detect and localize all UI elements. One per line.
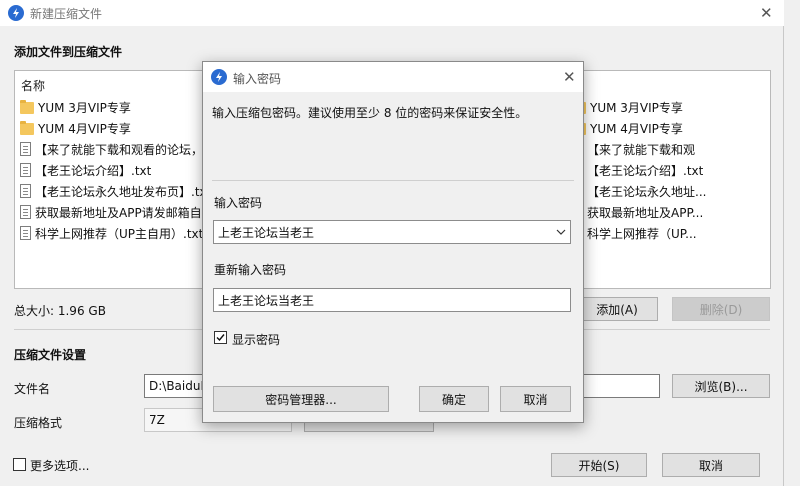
app-logo-icon bbox=[211, 69, 227, 85]
dialog-title: 输入密码 bbox=[233, 72, 282, 86]
list-item[interactable]: 【来了就能下载和观看的论坛， bbox=[20, 139, 203, 159]
folder-icon bbox=[20, 100, 34, 114]
password-dialog: 输入密码 ✕ 输入压缩包密码。建议使用至少 8 位的密码来保证安全性。 输入密码… bbox=[202, 61, 584, 423]
cancel-button[interactable]: 取消 bbox=[662, 453, 760, 477]
browse-button[interactable]: 浏览(B)... bbox=[672, 374, 770, 398]
list-item-name: 【老王论坛永久地址发布页】.tx bbox=[35, 184, 205, 199]
list-item-name: 获取最新地址及APP请发邮箱自 bbox=[35, 205, 202, 220]
list-item[interactable]: 【老王论坛永久地址... bbox=[572, 181, 706, 201]
list-item-name: YUM 3月VIP专享 bbox=[38, 100, 131, 115]
add-button[interactable]: 添加(A) bbox=[576, 297, 658, 321]
list-item[interactable]: 【老王论坛永久地址发布页】.tx bbox=[20, 181, 205, 201]
more-options-label: 更多选项... bbox=[30, 459, 90, 473]
show-password-checkbox[interactable] bbox=[214, 331, 227, 344]
start-button[interactable]: 开始(S) bbox=[551, 453, 647, 477]
list-item[interactable]: 获取最新地址及APP... bbox=[572, 202, 703, 222]
list-item-name: 【老王论坛介绍】.txt bbox=[587, 163, 704, 178]
dialog-titlebar: 输入密码 ✕ bbox=[203, 62, 583, 92]
list-item[interactable]: 【老王论坛介绍】.txt bbox=[572, 160, 703, 180]
list-item-name: 获取最新地址及APP... bbox=[587, 205, 704, 220]
more-options-checkbox[interactable] bbox=[13, 458, 26, 471]
text-file-icon bbox=[20, 163, 31, 177]
list-item[interactable]: 【老王论坛介绍】.txt bbox=[20, 160, 151, 180]
list-item-name: 科学上网推荐（UP主自用）.txt bbox=[35, 226, 204, 241]
list-item-name: YUM 4月VIP专享 bbox=[590, 121, 683, 136]
list-item[interactable]: YUM 3月VIP专享 bbox=[572, 97, 683, 117]
format-label: 压缩格式 bbox=[14, 416, 63, 430]
filename-label: 文件名 bbox=[14, 382, 51, 396]
delete-button[interactable]: 删除(D) bbox=[672, 297, 770, 321]
chevron-down-icon[interactable] bbox=[556, 227, 566, 237]
repeat-password-label: 重新输入密码 bbox=[214, 263, 287, 277]
text-file-icon bbox=[20, 142, 31, 156]
total-size-text: 总大小: 1.96 GB bbox=[14, 304, 106, 318]
text-file-icon bbox=[20, 226, 31, 240]
add-files-section-title: 添加文件到压缩文件 bbox=[14, 45, 123, 59]
list-item-name: 【老王论坛永久地址... bbox=[587, 184, 707, 199]
list-item-name: 【来了就能下载和观看的论坛， bbox=[35, 142, 204, 157]
window-titlebar: 新建压缩文件 ✕ bbox=[0, 0, 784, 26]
repeat-password-input[interactable]: 上老王论坛当老王 bbox=[213, 288, 571, 312]
list-item[interactable]: YUM 4月VIP专享 bbox=[20, 118, 131, 138]
show-password-label: 显示密码 bbox=[232, 333, 281, 347]
dialog-close-icon[interactable]: ✕ bbox=[563, 69, 576, 85]
close-icon[interactable]: ✕ bbox=[760, 5, 773, 21]
settings-section-title: 压缩文件设置 bbox=[14, 348, 87, 362]
list-item-name: 科学上网推荐（UP... bbox=[587, 226, 697, 241]
password-label: 输入密码 bbox=[214, 196, 263, 210]
password-value: 上老王论坛当老王 bbox=[218, 225, 315, 240]
text-file-icon bbox=[20, 184, 31, 198]
list-item[interactable]: YUM 4月VIP专享 bbox=[572, 118, 683, 138]
list-item[interactable]: 【来了就能下载和观 bbox=[572, 139, 695, 159]
dialog-description: 输入压缩包密码。建议使用至少 8 位的密码来保证安全性。 bbox=[212, 106, 528, 120]
text-file-icon bbox=[20, 205, 31, 219]
folder-icon bbox=[20, 121, 34, 135]
column-header-name[interactable]: 名称 bbox=[21, 77, 45, 94]
list-item-name: YUM 3月VIP专享 bbox=[590, 100, 683, 115]
ok-button[interactable]: 确定 bbox=[419, 386, 489, 412]
list-item[interactable]: 科学上网推荐（UP主自用）.txt bbox=[20, 223, 203, 243]
password-manager-button[interactable]: 密码管理器... bbox=[213, 386, 389, 412]
checkmark-icon bbox=[216, 334, 225, 342]
list-item[interactable]: 科学上网推荐（UP... bbox=[572, 223, 697, 243]
list-item-name: YUM 4月VIP专享 bbox=[38, 121, 131, 136]
password-input[interactable]: 上老王论坛当老王 bbox=[213, 220, 571, 244]
list-item-name: 【来了就能下载和观 bbox=[587, 142, 696, 157]
window-title: 新建压缩文件 bbox=[30, 7, 103, 21]
dialog-cancel-button[interactable]: 取消 bbox=[500, 386, 571, 412]
dialog-divider bbox=[212, 180, 574, 181]
list-item[interactable]: 获取最新地址及APP请发邮箱自 bbox=[20, 202, 202, 222]
app-logo-icon bbox=[8, 5, 24, 21]
list-item[interactable]: YUM 3月VIP专享 bbox=[20, 97, 131, 117]
list-item-name: 【老王论坛介绍】.txt bbox=[35, 163, 152, 178]
